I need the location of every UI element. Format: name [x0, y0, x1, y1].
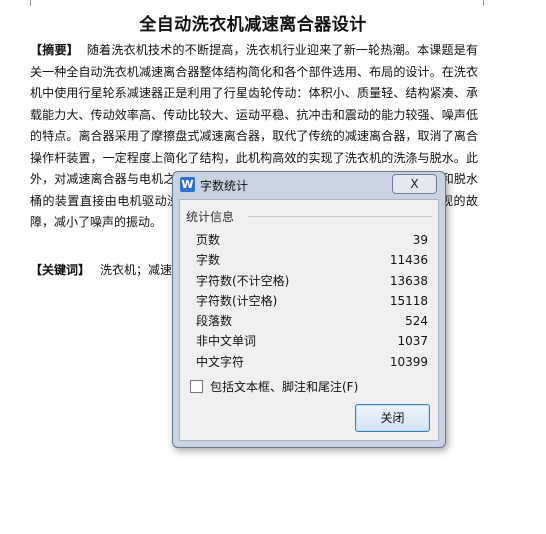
stat-row-paragraphs: 段落数 524 — [196, 311, 428, 331]
group-divider — [248, 216, 432, 217]
word-count-dialog: W 字数统计 X 统计信息 页数 39 字数 11436 字符数(不计空格) 1… — [172, 171, 446, 448]
stat-value: 1037 — [397, 334, 428, 349]
stat-row-words: 字数 11436 — [196, 250, 428, 270]
group-title: 统计信息 — [186, 210, 235, 224]
stat-label: 字符数(不计空格) — [196, 273, 290, 288]
dialog-title: 字数统计 — [200, 179, 249, 193]
stat-value: 11436 — [389, 253, 428, 268]
stat-row-pages: 页数 39 — [196, 230, 428, 250]
dialog-body: 统计信息 页数 39 字数 11436 字符数(不计空格) 13638 字符数(… — [179, 199, 439, 441]
stat-value: 15118 — [389, 293, 428, 308]
stat-row-chars-with-spaces: 字符数(计空格) 15118 — [196, 291, 428, 311]
stat-value: 13638 — [389, 273, 428, 288]
include-textbox-footnotes-checkbox[interactable] — [190, 380, 203, 393]
checkbox-label: 包括文本框、脚注和尾注(F) — [210, 380, 359, 394]
stat-value: 10399 — [389, 354, 428, 369]
stat-row-non-chinese-words: 非中文单词 1037 — [196, 331, 428, 351]
stat-label: 字数 — [196, 253, 221, 268]
stat-row-chinese-chars: 中文字符 10399 — [196, 352, 428, 372]
abstract-label: 【摘要】 — [30, 43, 79, 57]
wps-writer-icon: W — [180, 177, 195, 192]
stat-label: 字符数(计空格) — [196, 293, 278, 308]
stat-row-chars-no-spaces: 字符数(不计空格) 13638 — [196, 271, 428, 291]
stat-label: 中文字符 — [196, 354, 245, 369]
stat-label: 非中文单词 — [196, 334, 257, 349]
stats-list: 页数 39 字数 11436 字符数(不计空格) 13638 字符数(计空格) … — [196, 230, 428, 372]
stat-label: 段落数 — [196, 314, 233, 329]
stat-value: 39 — [412, 233, 428, 247]
stat-value: 524 — [405, 314, 428, 329]
close-button[interactable]: 关闭 — [355, 404, 430, 432]
dialog-titlebar[interactable]: W 字数统计 X — [173, 172, 445, 196]
keywords-label: 【关键词】 — [30, 263, 91, 277]
document-title: 全自动洗衣机减速离合器设计 — [139, 15, 367, 35]
margin-corner-mark — [30, 0, 31, 6]
close-icon[interactable]: X — [392, 174, 437, 194]
include-textbox-footnotes-option[interactable]: 包括文本框、脚注和尾注(F) — [190, 379, 358, 395]
stat-label: 页数 — [196, 233, 221, 247]
margin-corner-mark — [483, 0, 484, 6]
